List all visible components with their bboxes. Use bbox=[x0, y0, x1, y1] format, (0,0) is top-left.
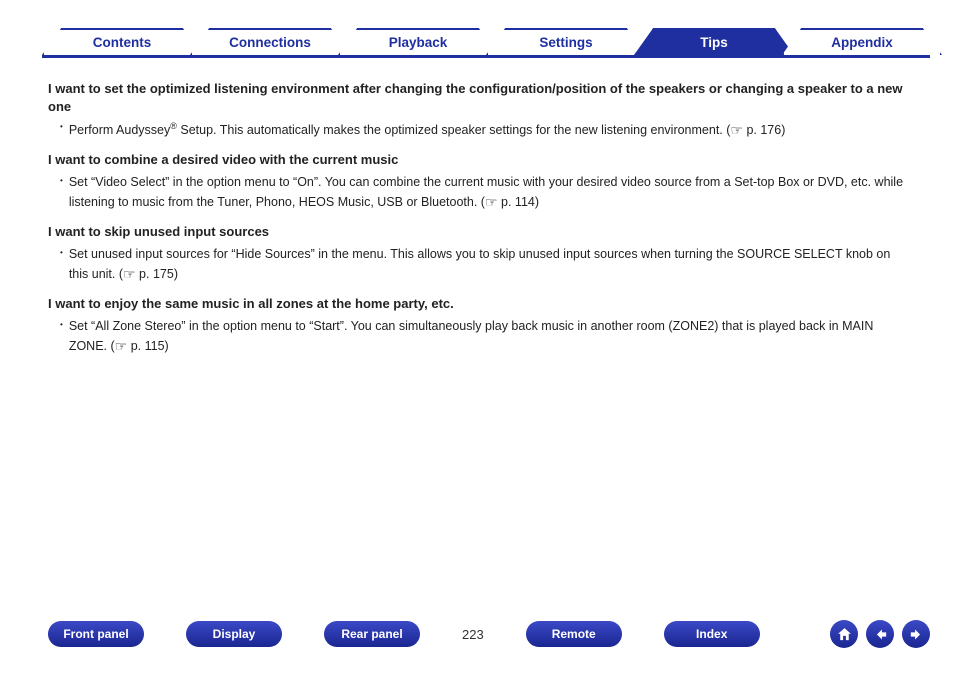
tab-settings[interactable]: Settings bbox=[486, 28, 646, 55]
tab-label: Appendix bbox=[831, 35, 893, 50]
topic-bullet: Perform Audyssey® Setup. This automatica… bbox=[48, 119, 906, 139]
topic-heading: I want to set the optimized listening en… bbox=[48, 80, 906, 115]
tip-topic: I want to combine a desired video with t… bbox=[48, 151, 906, 211]
page-ref-link[interactable]: ☞ p. 176 bbox=[730, 123, 781, 137]
home-icon bbox=[836, 626, 853, 643]
bullet-text: Set “All Zone Stereo” in the option menu… bbox=[69, 317, 906, 355]
tip-topic: I want to set the optimized listening en… bbox=[48, 80, 906, 139]
tab-label: Tips bbox=[700, 35, 728, 50]
top-tab-bar: Contents Connections Playback Settings T… bbox=[42, 28, 930, 58]
front-panel-button[interactable]: Front panel bbox=[48, 621, 144, 647]
topic-bullet: Set “All Zone Stereo” in the option menu… bbox=[48, 317, 906, 355]
tab-connections[interactable]: Connections bbox=[190, 28, 350, 55]
pointing-hand-icon: ☞ bbox=[123, 266, 136, 282]
pill-label: Rear panel bbox=[341, 627, 402, 641]
pill-label: Display bbox=[213, 627, 256, 641]
bullet-text: Set “Video Select” in the option menu to… bbox=[69, 173, 906, 211]
page-ref-link[interactable]: ☞ p. 175 bbox=[123, 267, 174, 281]
tab-label: Connections bbox=[229, 35, 311, 50]
next-page-button[interactable] bbox=[902, 620, 930, 648]
bottom-nav-bar: Front panel Display Rear panel 223 Remot… bbox=[48, 619, 930, 649]
nav-icon-group bbox=[830, 620, 930, 648]
tab-label: Playback bbox=[389, 35, 448, 50]
tip-topic: I want to skip unused input sources Set … bbox=[48, 223, 906, 283]
tab-label: Contents bbox=[93, 35, 152, 50]
tab-contents[interactable]: Contents bbox=[42, 28, 202, 55]
bullet-text: Perform Audyssey® Setup. This automatica… bbox=[69, 119, 786, 139]
topic-heading: I want to combine a desired video with t… bbox=[48, 151, 906, 169]
topic-heading: I want to enjoy the same music in all zo… bbox=[48, 295, 906, 313]
page-ref-link[interactable]: ☞ p. 115 bbox=[115, 339, 165, 353]
page-content: I want to set the optimized listening en… bbox=[48, 80, 906, 367]
pill-label: Front panel bbox=[63, 627, 128, 641]
page-ref-link[interactable]: ☞ p. 114 bbox=[485, 195, 535, 209]
tab-label: Settings bbox=[539, 35, 592, 50]
arrow-right-icon bbox=[908, 626, 925, 643]
home-button[interactable] bbox=[830, 620, 858, 648]
page-number: 223 bbox=[462, 627, 484, 642]
display-button[interactable]: Display bbox=[186, 621, 282, 647]
pointing-hand-icon: ☞ bbox=[730, 122, 743, 138]
arrow-left-icon bbox=[872, 626, 889, 643]
topic-heading: I want to skip unused input sources bbox=[48, 223, 906, 241]
topic-bullet: Set “Video Select” in the option menu to… bbox=[48, 173, 906, 211]
tab-appendix[interactable]: Appendix bbox=[782, 28, 942, 55]
tip-topic: I want to enjoy the same music in all zo… bbox=[48, 295, 906, 355]
topic-bullet: Set unused input sources for “Hide Sourc… bbox=[48, 245, 906, 283]
bullet-text: Set unused input sources for “Hide Sourc… bbox=[69, 245, 906, 283]
remote-button[interactable]: Remote bbox=[526, 621, 622, 647]
rear-panel-button[interactable]: Rear panel bbox=[324, 621, 420, 647]
tab-playback[interactable]: Playback bbox=[338, 28, 498, 55]
pointing-hand-icon: ☞ bbox=[485, 194, 498, 210]
pointing-hand-icon: ☞ bbox=[115, 338, 128, 354]
pill-label: Index bbox=[696, 627, 727, 641]
index-button[interactable]: Index bbox=[664, 621, 760, 647]
tab-tips[interactable]: Tips bbox=[634, 28, 794, 55]
pill-label: Remote bbox=[552, 627, 596, 641]
prev-page-button[interactable] bbox=[866, 620, 894, 648]
